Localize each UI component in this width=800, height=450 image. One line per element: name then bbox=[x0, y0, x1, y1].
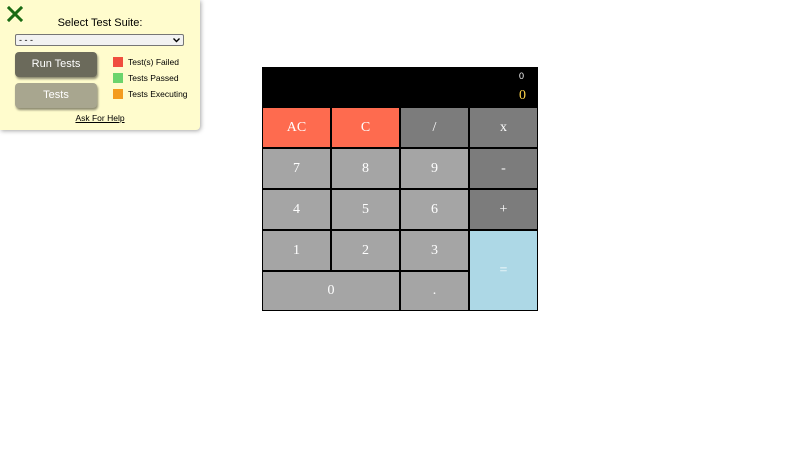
legend-label-failed: Test(s) Failed bbox=[128, 57, 180, 67]
digit-5-button[interactable]: 5 bbox=[331, 189, 400, 230]
divide-button[interactable]: / bbox=[400, 107, 469, 148]
subtract-button[interactable]: - bbox=[469, 148, 538, 189]
legend-label-passed: Tests Passed bbox=[128, 73, 179, 83]
ask-for-help-link[interactable]: Ask For Help bbox=[0, 113, 200, 123]
digit-8-button[interactable]: 8 bbox=[331, 148, 400, 189]
equals-button[interactable]: = bbox=[469, 230, 538, 311]
chevron-down-icon bbox=[173, 38, 180, 43]
secondary-display: 0 bbox=[518, 71, 524, 81]
tests-button[interactable]: Tests bbox=[15, 83, 97, 108]
digit-6-button[interactable]: 6 bbox=[400, 189, 469, 230]
add-button[interactable]: + bbox=[469, 189, 538, 230]
test-suite-select-value: - - - bbox=[19, 35, 33, 45]
all-clear-button[interactable]: AC bbox=[262, 107, 331, 148]
legend-label-executing: Tests Executing bbox=[128, 89, 188, 99]
decimal-button[interactable]: . bbox=[400, 271, 469, 311]
digit-7-button[interactable]: 7 bbox=[262, 148, 331, 189]
panel-title: Select Test Suite: bbox=[57, 17, 143, 29]
digit-1-button[interactable]: 1 bbox=[262, 230, 331, 271]
main-display: 0 bbox=[519, 88, 526, 103]
legend-swatch-passed bbox=[113, 73, 123, 83]
digit-2-button[interactable]: 2 bbox=[331, 230, 400, 271]
test-suite-panel: Select Test Suite: - - - Run Tests Tests… bbox=[0, 0, 200, 130]
clear-button[interactable]: C bbox=[331, 107, 400, 148]
digit-4-button[interactable]: 4 bbox=[262, 189, 331, 230]
digit-9-button[interactable]: 9 bbox=[400, 148, 469, 189]
legend-swatch-failed bbox=[113, 57, 123, 67]
run-tests-button[interactable]: Run Tests bbox=[15, 52, 97, 77]
calculator: 0 0 AC C / x 7 8 9 - 4 5 6 + 1 2 3 = 0 . bbox=[262, 67, 538, 311]
legend-swatch-executing bbox=[113, 89, 123, 99]
multiply-button[interactable]: x bbox=[469, 107, 538, 148]
digit-3-button[interactable]: 3 bbox=[400, 230, 469, 271]
test-suite-select[interactable]: - - - bbox=[15, 34, 184, 46]
digit-0-button[interactable]: 0 bbox=[262, 271, 400, 311]
